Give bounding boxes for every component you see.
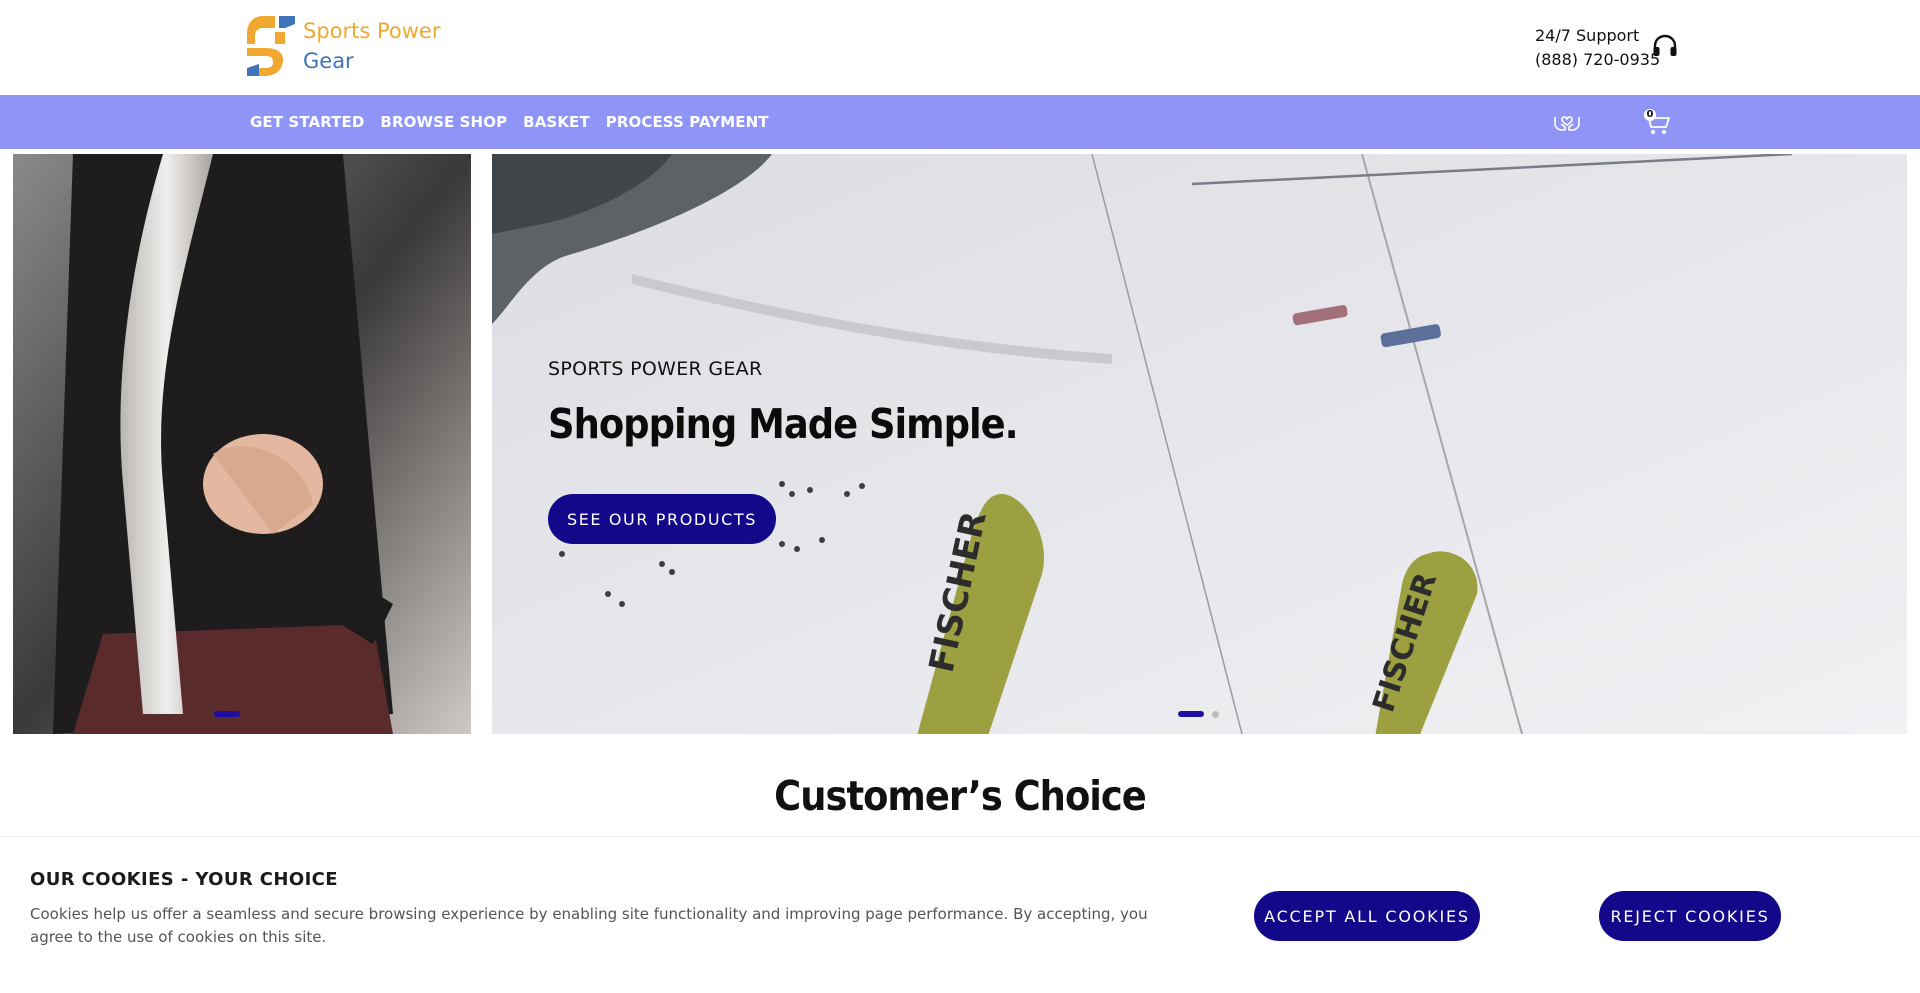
nav-process-payment[interactable]: PROCESS PAYMENT bbox=[606, 113, 769, 131]
cart-count-badge: 0 bbox=[1644, 109, 1656, 121]
nav-links: GET STARTED BROWSE SHOP BASKET PROCESS P… bbox=[250, 95, 769, 149]
side-slider-image bbox=[13, 154, 471, 734]
hands-heart-icon[interactable] bbox=[1553, 110, 1581, 134]
nav-basket[interactable]: BASKET bbox=[523, 113, 590, 131]
support-phone[interactable]: (888) 720-0935 bbox=[1535, 48, 1660, 72]
hero-eyebrow: SPORTS POWER GEAR bbox=[548, 358, 763, 380]
site-logo[interactable]: Sports Power Gear bbox=[245, 14, 440, 78]
cookie-title: OUR COOKIES - YOUR CHOICE bbox=[30, 869, 338, 890]
logo-mark-icon bbox=[247, 16, 295, 76]
fitness-photo bbox=[13, 154, 471, 734]
reject-cookies-button[interactable]: REJECT COOKIES bbox=[1599, 891, 1781, 941]
side-slider-dot-active[interactable] bbox=[214, 711, 240, 717]
see-products-button[interactable]: SEE OUR PRODUCTS bbox=[548, 494, 776, 544]
nav-get-started[interactable]: GET STARTED bbox=[250, 113, 364, 131]
cookie-banner: OUR COOKIES - YOUR CHOICE Cookies help u… bbox=[0, 836, 1920, 993]
hero-title: Shopping Made Simple. bbox=[548, 400, 1019, 448]
cookie-description: Cookies help us offer a seamless and sec… bbox=[30, 905, 1148, 946]
hero-slider-dot-active[interactable] bbox=[1178, 711, 1204, 717]
headphones-icon bbox=[1653, 34, 1677, 56]
logo-line-2: Gear bbox=[303, 49, 354, 73]
support-info: 24/7 Support (888) 720-0935 bbox=[1535, 24, 1660, 72]
nav-browse-shop[interactable]: BROWSE SHOP bbox=[380, 113, 507, 131]
section-title: Customer’s Choice bbox=[774, 772, 1147, 820]
logo-wordmark: Sports Power Gear bbox=[303, 16, 440, 76]
hero-slider-dot-2[interactable] bbox=[1212, 711, 1219, 718]
main-nav: GET STARTED BROWSE SHOP BASKET PROCESS P… bbox=[0, 95, 1920, 149]
support-label: 24/7 Support bbox=[1535, 26, 1640, 45]
site-header: Sports Power Gear 24/7 Support (888) 720… bbox=[0, 0, 1920, 95]
logo-line-1: Sports Power bbox=[303, 19, 441, 43]
accept-cookies-button[interactable]: ACCEPT ALL COOKIES bbox=[1254, 891, 1480, 941]
